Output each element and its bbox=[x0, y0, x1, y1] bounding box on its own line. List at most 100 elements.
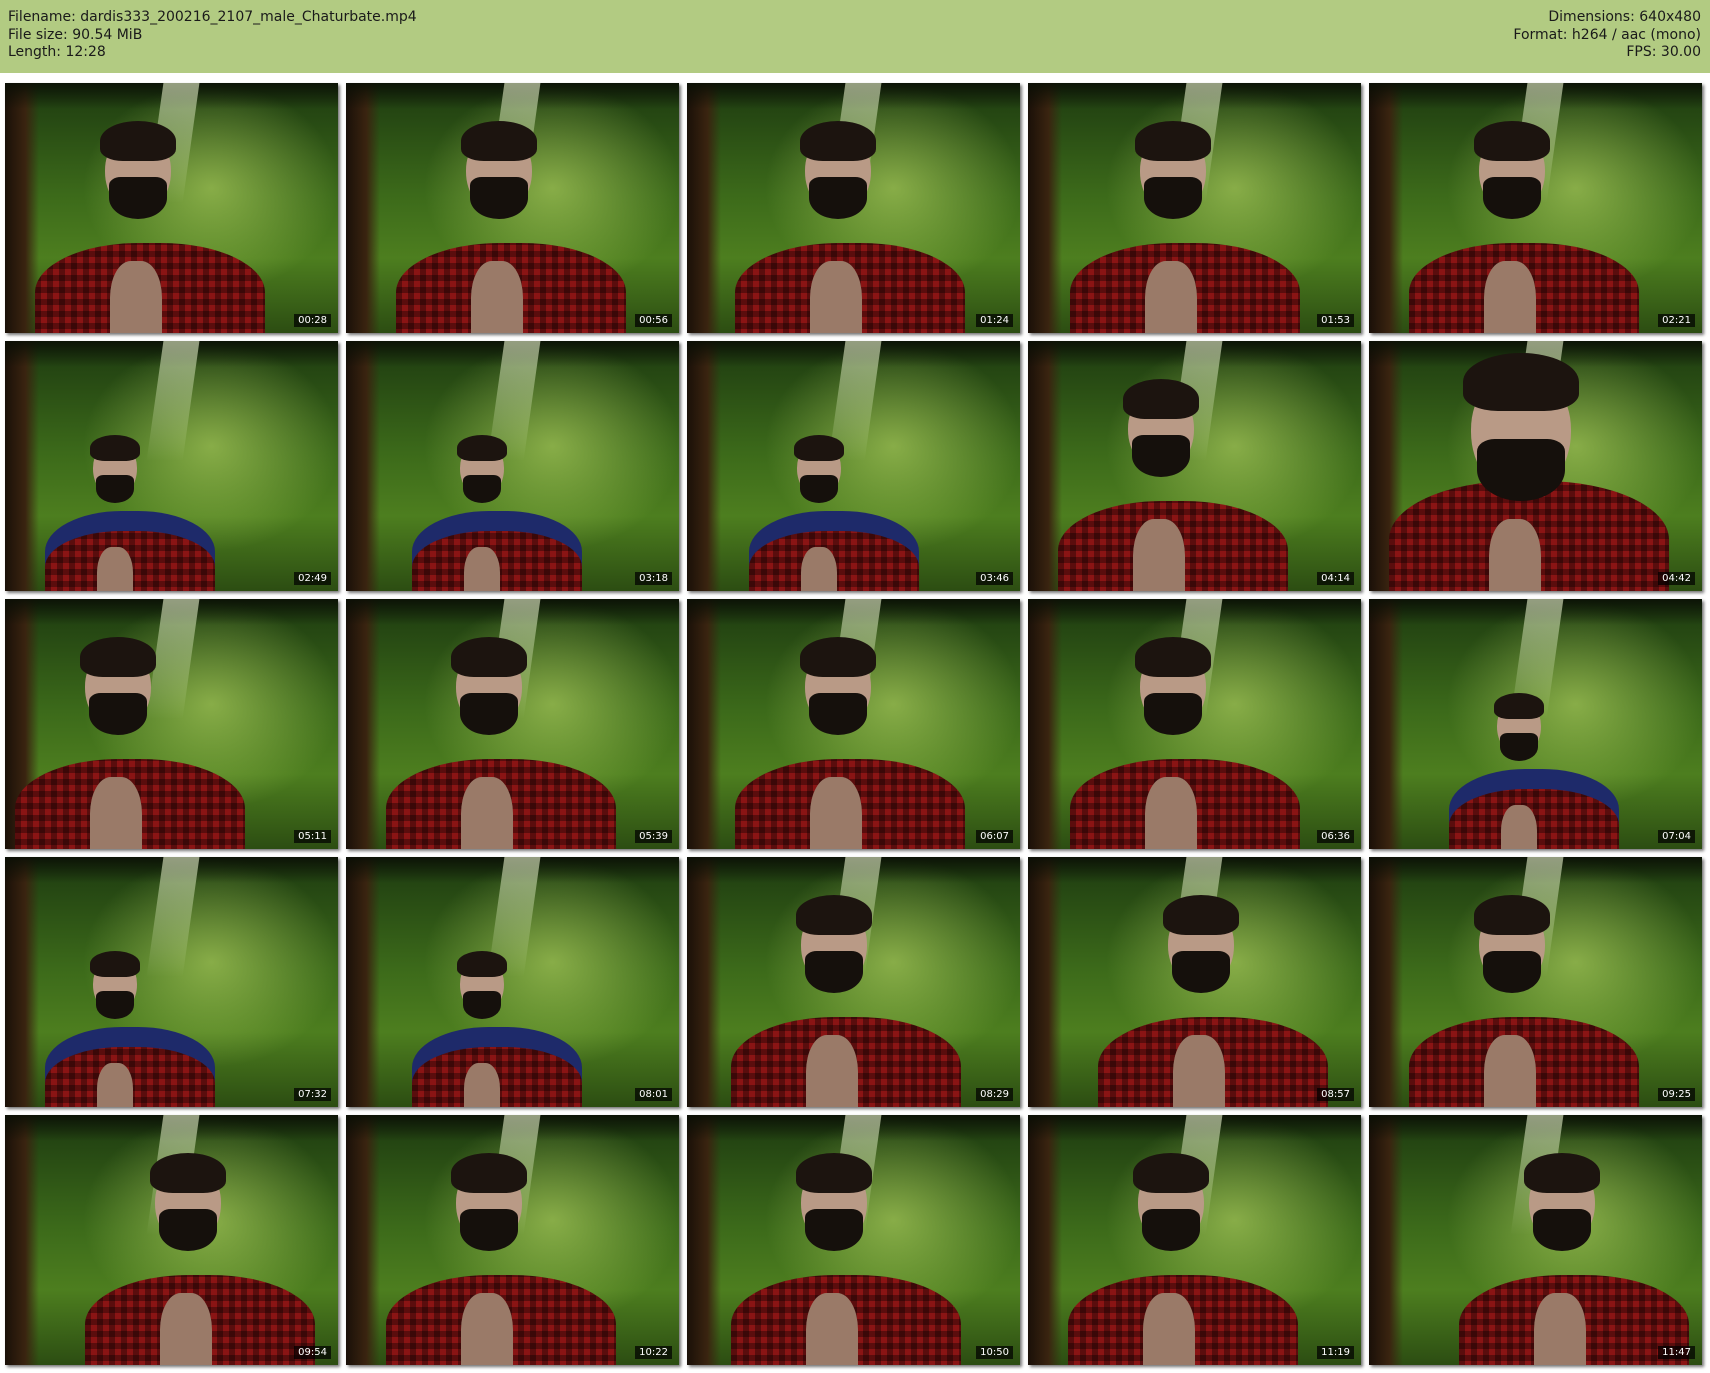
thumbnail-wall bbox=[1369, 599, 1403, 849]
timestamp-label: 04:42 bbox=[1658, 572, 1695, 585]
timestamp-label: 01:53 bbox=[1317, 314, 1354, 327]
thumbnail-beard bbox=[96, 991, 134, 1019]
thumbnail-hair bbox=[1135, 637, 1211, 677]
thumbnail-hair bbox=[90, 435, 140, 461]
timestamp-label: 00:28 bbox=[294, 314, 331, 327]
timestamp-label: 06:36 bbox=[1317, 830, 1354, 843]
thumbnail-wall bbox=[1028, 857, 1062, 1107]
thumbnail-hair bbox=[796, 895, 872, 935]
timestamp-label: 08:29 bbox=[976, 1088, 1013, 1101]
thumbnail-wall bbox=[1028, 599, 1062, 849]
thumbnail-hair bbox=[1123, 379, 1199, 419]
video-thumbnail: 09:25 bbox=[1369, 857, 1702, 1107]
thumbnail-hair bbox=[1135, 121, 1211, 161]
video-thumbnail: 08:29 bbox=[687, 857, 1020, 1107]
thumbnail-beard bbox=[809, 693, 867, 735]
thumbnail-chest bbox=[1145, 777, 1197, 849]
thumbnail-beard bbox=[109, 177, 167, 219]
thumbnail-beard bbox=[1533, 1209, 1591, 1251]
thumbnail-hair bbox=[1524, 1153, 1600, 1193]
thumbnail-hair bbox=[1494, 693, 1544, 719]
thumbnail-hair bbox=[90, 951, 140, 977]
thumbnail-chest bbox=[810, 777, 862, 849]
timestamp-label: 11:19 bbox=[1317, 1346, 1354, 1359]
video-thumbnail: 00:56 bbox=[346, 83, 679, 333]
thumbnail-hair bbox=[1463, 353, 1579, 411]
thumbnail-wall bbox=[687, 83, 721, 333]
video-thumbnail: 00:28 bbox=[5, 83, 338, 333]
thumbnail-wall bbox=[346, 1115, 380, 1365]
thumbnail-wall bbox=[5, 83, 39, 333]
timestamp-label: 02:21 bbox=[1658, 314, 1695, 327]
video-thumbnail: 04:42 bbox=[1369, 341, 1702, 591]
thumbnail-hair bbox=[800, 121, 876, 161]
video-thumbnail: 02:21 bbox=[1369, 83, 1702, 333]
thumbnail-chest bbox=[1484, 261, 1536, 333]
thumbnail-wall bbox=[1369, 1115, 1403, 1365]
thumbnail-wall bbox=[346, 857, 380, 1107]
video-thumbnail: 07:32 bbox=[5, 857, 338, 1107]
timestamp-label: 07:04 bbox=[1658, 830, 1695, 843]
thumbnail-wall bbox=[687, 599, 721, 849]
thumbnail-hair bbox=[1133, 1153, 1209, 1193]
thumbnail-wall bbox=[346, 341, 380, 591]
thumbnail-beard bbox=[805, 1209, 863, 1251]
thumbnail-hair bbox=[800, 637, 876, 677]
video-thumbnail: 10:50 bbox=[687, 1115, 1020, 1365]
video-thumbnail: 03:18 bbox=[346, 341, 679, 591]
video-thumbnail: 04:14 bbox=[1028, 341, 1361, 591]
thumbnail-beard bbox=[1483, 177, 1541, 219]
thumbnail-wall bbox=[687, 857, 721, 1107]
fps-text: FPS: 30.00 bbox=[1626, 44, 1701, 60]
timestamp-label: 01:24 bbox=[976, 314, 1013, 327]
timestamp-label: 08:01 bbox=[635, 1088, 672, 1101]
video-thumbnail: 05:39 bbox=[346, 599, 679, 849]
video-thumbnail: 07:04 bbox=[1369, 599, 1702, 849]
thumbnail-grid: 00:28 00:56 01:24 01:53 02:21 02:49 03:18 03:46… bbox=[5, 83, 1702, 1365]
thumbnail-hair bbox=[794, 435, 844, 461]
thumbnail-hair bbox=[1474, 895, 1550, 935]
thumbnail-hair bbox=[150, 1153, 226, 1193]
thumbnail-wall bbox=[5, 1115, 39, 1365]
thumbnail-hair bbox=[461, 121, 537, 161]
timestamp-label: 09:25 bbox=[1658, 1088, 1695, 1101]
timestamp-label: 05:39 bbox=[635, 830, 672, 843]
thumbnail-beard bbox=[470, 177, 528, 219]
timestamp-label: 03:18 bbox=[635, 572, 672, 585]
video-thumbnail: 05:11 bbox=[5, 599, 338, 849]
thumbnail-wall bbox=[1369, 857, 1403, 1107]
timestamp-label: 10:22 bbox=[635, 1346, 672, 1359]
thumbnail-chest bbox=[471, 261, 523, 333]
thumbnail-chest bbox=[1489, 519, 1541, 591]
thumbnail-beard bbox=[463, 991, 501, 1019]
thumbnail-chest bbox=[806, 1035, 858, 1107]
thumbnail-beard bbox=[809, 177, 867, 219]
thumbnail-chest bbox=[1145, 261, 1197, 333]
thumbnail-beard bbox=[463, 475, 501, 503]
video-thumbnail: 06:36 bbox=[1028, 599, 1361, 849]
thumbnail-hair bbox=[80, 637, 156, 677]
thumbnail-beard bbox=[159, 1209, 217, 1251]
dimensions-text: Dimensions: 640x480 bbox=[1548, 9, 1701, 25]
thumbnail-beard bbox=[1172, 951, 1230, 993]
thumbnail-chest bbox=[1143, 1293, 1195, 1365]
thumbnail-chest bbox=[806, 1293, 858, 1365]
timestamp-label: 08:57 bbox=[1317, 1088, 1354, 1101]
video-thumbnail: 10:22 bbox=[346, 1115, 679, 1365]
thumbnail-beard bbox=[1132, 435, 1190, 477]
thumbnail-wall bbox=[5, 341, 39, 591]
thumbnail-wall bbox=[346, 599, 380, 849]
thumbnail-chest bbox=[90, 777, 142, 849]
video-thumbnail: 08:57 bbox=[1028, 857, 1361, 1107]
stream-info: Dimensions: 640x480 Format: h264 / aac (… bbox=[1513, 9, 1701, 62]
info-header: Filename: dardis333_200216_2107_male_Cha… bbox=[0, 0, 1710, 73]
thumbnail-chest bbox=[801, 547, 837, 591]
thumbnail-chest bbox=[461, 1293, 513, 1365]
video-thumbnail: 02:49 bbox=[5, 341, 338, 591]
thumbnail-chest bbox=[1133, 519, 1185, 591]
thumbnail-chest bbox=[461, 777, 513, 849]
video-thumbnail: 09:54 bbox=[5, 1115, 338, 1365]
file-info: Filename: dardis333_200216_2107_male_Cha… bbox=[8, 9, 417, 62]
timestamp-label: 00:56 bbox=[635, 314, 672, 327]
thumbnail-wall bbox=[346, 83, 380, 333]
